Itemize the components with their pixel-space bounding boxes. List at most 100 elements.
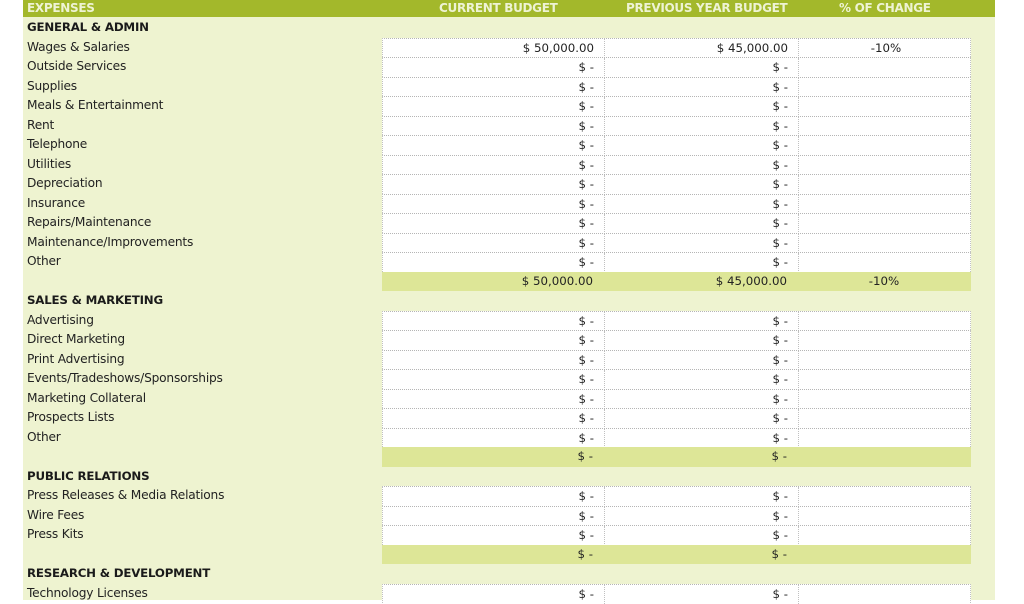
pct-change-cell[interactable]	[798, 78, 973, 98]
current-budget-cell[interactable]: $ -	[383, 585, 604, 604]
pct-change-cell[interactable]	[798, 117, 973, 137]
current-budget-cell[interactable]: $ -	[383, 507, 604, 527]
current-budget-cell[interactable]: $ -	[383, 175, 604, 195]
row-cells: $ -$ -	[382, 584, 971, 604]
current-budget-cell[interactable]: $ -	[383, 58, 604, 78]
section-title: SALES & MARKETING	[27, 291, 163, 311]
pct-change-cell[interactable]	[798, 507, 973, 527]
current-budget-cell[interactable]: $ -	[383, 312, 604, 332]
previous-year-budget-cell[interactable]: $ -	[604, 175, 798, 195]
previous-year-budget-cell[interactable]: $ -	[604, 585, 798, 604]
table-row: Maintenance/Improvements$ -$ -	[23, 233, 995, 253]
pct-change-cell[interactable]	[798, 370, 973, 390]
previous-year-budget-cell[interactable]: $ -	[604, 97, 798, 117]
previous-year-budget-cell[interactable]: $ -	[604, 312, 798, 332]
pct-change-cell[interactable]	[798, 58, 973, 78]
pct-change-cell[interactable]	[798, 409, 973, 429]
row-label: Other	[27, 252, 61, 272]
pct-change-cell[interactable]	[798, 175, 973, 195]
pct-change-cell[interactable]	[798, 487, 973, 507]
previous-year-budget-cell[interactable]: $ -	[604, 429, 798, 449]
table-row: Meals & Entertainment$ -$ -	[23, 96, 995, 116]
section-title: GENERAL & ADMIN	[27, 18, 149, 38]
table-row: Wire Fees$ -$ -	[23, 506, 995, 526]
pct-change-cell[interactable]	[798, 390, 973, 410]
previous-year-budget-cell[interactable]: $ -	[604, 58, 798, 78]
current-budget-cell[interactable]: $ -	[383, 78, 604, 98]
pct-change-cell[interactable]	[798, 312, 973, 332]
previous-year-budget-cell[interactable]: $ -	[604, 526, 798, 546]
current-budget-cell[interactable]: $ -	[383, 351, 604, 371]
pct-change-cell[interactable]	[798, 214, 973, 234]
pct-change-cell[interactable]	[798, 156, 973, 176]
previous-year-budget-cell[interactable]: $ -	[604, 370, 798, 390]
section-title: PUBLIC RELATIONS	[27, 467, 149, 487]
previous-year-budget-cell[interactable]: $ -	[604, 78, 798, 98]
pct-change-cell[interactable]	[798, 585, 973, 604]
current-budget-cell[interactable]: $ -	[383, 117, 604, 137]
pct-change-cell[interactable]	[798, 429, 973, 449]
current-budget-cell[interactable]: $ -	[383, 331, 604, 351]
previous-year-budget-cell[interactable]: $ -	[604, 331, 798, 351]
row-label: Utilities	[27, 155, 71, 175]
current-budget-cell[interactable]: $ -	[383, 487, 604, 507]
current-budget-cell[interactable]: $ -	[383, 409, 604, 429]
row-cells: $ -$ -	[382, 525, 971, 545]
previous-year-budget-cell[interactable]: $ -	[604, 409, 798, 429]
table-row: Insurance$ -$ -	[23, 194, 995, 214]
pct-change-cell[interactable]	[798, 253, 973, 273]
subtotal-previous-year-budget: $ 45,000.00	[603, 272, 797, 292]
row-label: Other	[27, 428, 61, 448]
current-budget-cell[interactable]: $ -	[383, 390, 604, 410]
pct-change-cell[interactable]	[798, 526, 973, 546]
pct-change-cell[interactable]	[798, 136, 973, 156]
current-budget-cell[interactable]: $ -	[383, 156, 604, 176]
current-budget-cell[interactable]: $ -	[383, 195, 604, 215]
row-label: Press Releases & Media Relations	[27, 486, 224, 506]
previous-year-budget-cell[interactable]: $ -	[604, 390, 798, 410]
current-budget-cell[interactable]: $ -	[383, 136, 604, 156]
current-budget-cell[interactable]: $ -	[383, 370, 604, 390]
subtotal-previous-year-budget: $ -	[603, 447, 797, 467]
previous-year-budget-cell[interactable]: $ -	[604, 214, 798, 234]
pct-change-cell[interactable]	[798, 195, 973, 215]
row-label: Print Advertising	[27, 350, 124, 370]
previous-year-budget-cell[interactable]: $ -	[604, 195, 798, 215]
row-cells: $ -$ -	[382, 408, 971, 428]
row-cells: $ -$ -	[382, 174, 971, 194]
table-row: Depreciation $ -$ -	[23, 174, 995, 194]
table-row: Supplies$ -$ -	[23, 77, 995, 97]
current-budget-cell[interactable]: $ -	[383, 429, 604, 449]
subtotal-pct-change	[797, 545, 971, 565]
subtotal-cells: $ 50,000.00$ 45,000.00-10%	[382, 272, 971, 292]
pct-change-cell[interactable]	[798, 331, 973, 351]
previous-year-budget-cell[interactable]: $ -	[604, 253, 798, 273]
previous-year-budget-cell[interactable]: $ -	[604, 507, 798, 527]
row-label: Advertising	[27, 311, 94, 331]
section-header: SALES & MARKETING	[23, 291, 995, 311]
current-budget-cell[interactable]: $ -	[383, 97, 604, 117]
previous-year-budget-cell[interactable]: $ 45,000.00	[604, 39, 798, 59]
current-budget-cell[interactable]: $ 50,000.00	[383, 39, 604, 59]
section-header: PUBLIC RELATIONS	[23, 467, 995, 487]
row-cells: $ 50,000.00$ 45,000.00-10%	[382, 38, 971, 58]
previous-year-budget-cell[interactable]: $ -	[604, 234, 798, 254]
previous-year-budget-cell[interactable]: $ -	[604, 487, 798, 507]
table-row: Press Kits$ -$ -	[23, 525, 995, 545]
pct-change-cell[interactable]: -10%	[798, 39, 973, 59]
current-budget-cell[interactable]: $ -	[383, 234, 604, 254]
pct-change-cell[interactable]	[798, 97, 973, 117]
previous-year-budget-cell[interactable]: $ -	[604, 156, 798, 176]
row-label: Wages & Salaries	[27, 38, 130, 58]
current-budget-cell[interactable]: $ -	[383, 526, 604, 546]
previous-year-budget-cell[interactable]: $ -	[604, 351, 798, 371]
section-header: GENERAL & ADMIN	[23, 18, 995, 38]
row-label: Depreciation	[27, 174, 102, 194]
table-row: Utilities $ -$ -	[23, 155, 995, 175]
previous-year-budget-cell[interactable]: $ -	[604, 117, 798, 137]
previous-year-budget-cell[interactable]: $ -	[604, 136, 798, 156]
pct-change-cell[interactable]	[798, 234, 973, 254]
current-budget-cell[interactable]: $ -	[383, 253, 604, 273]
current-budget-cell[interactable]: $ -	[383, 214, 604, 234]
pct-change-cell[interactable]	[798, 351, 973, 371]
